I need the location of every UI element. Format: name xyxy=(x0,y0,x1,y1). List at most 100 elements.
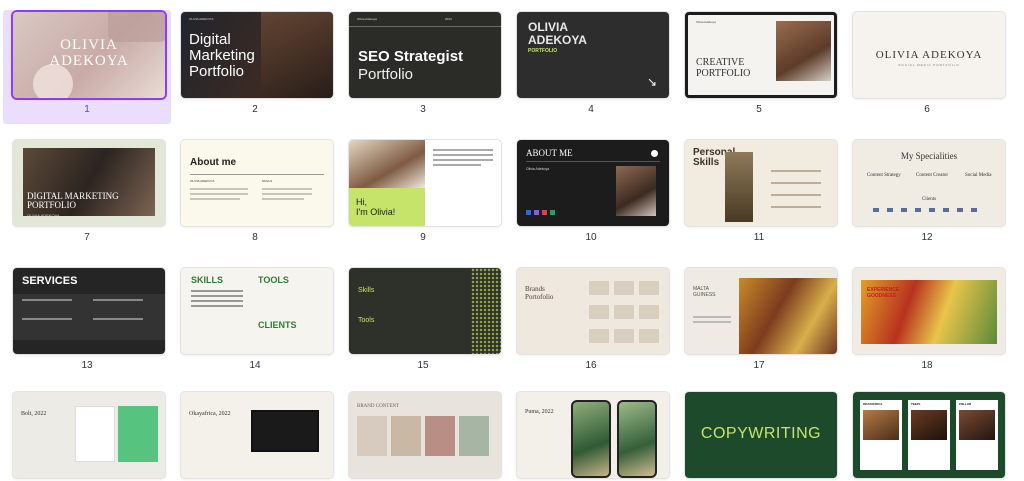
slide-2[interactable]: OLIVIA ADEKOYA Digital Marketing Portfol… xyxy=(171,10,339,124)
slide-3[interactable]: Olivia Adekoya 2024 SEO Strategist Portf… xyxy=(339,10,507,124)
slide-title: SKILLS xyxy=(191,275,224,285)
slide-5[interactable]: Olivia Adekoya CREATIVE PORTFOLIO 5 xyxy=(675,10,843,124)
text-line xyxy=(262,188,312,190)
photo-campaign xyxy=(739,278,837,354)
slide-7-thumbnail[interactable]: DIGITAL MARKETING PORTFOLIO OLIVIA ADEKO… xyxy=(13,140,165,226)
slide-8[interactable]: About me OLIVIA ADEKOYA SKILLS 8 xyxy=(171,138,339,252)
slide-number: 13 xyxy=(81,360,93,371)
product-photo xyxy=(425,416,455,456)
slide-7[interactable]: DIGITAL MARKETING PORTFOLIO OLIVIA ADEKO… xyxy=(3,138,171,252)
text-line xyxy=(191,305,243,307)
slide-20-thumbnail[interactable]: Okayafrica, 2022 xyxy=(181,392,333,478)
slide-11-thumbnail[interactable]: Personal Skills xyxy=(685,140,837,226)
slide-21-thumbnail[interactable]: BRAND CONTENT xyxy=(349,392,501,478)
slide-22[interactable]: Puma, 2022 xyxy=(507,390,675,481)
brand-tile xyxy=(639,281,659,295)
slide-number: 2 xyxy=(252,104,258,115)
slide-24-thumbnail[interactable]: OKAYAFRICA TEEPL ZOLLAR xyxy=(853,392,1005,478)
slide-14[interactable]: SKILLS TOOLS CLIENTS 14 xyxy=(171,266,339,380)
section-label: CLIENTS xyxy=(258,320,297,330)
slide-year: 2024 xyxy=(445,17,452,21)
app-icon xyxy=(534,210,539,215)
slide-6-thumbnail[interactable]: OLIVIA ADEKOYA SOCIAL MEDIA PORTFOLIO xyxy=(853,12,1005,98)
post-card: OKAYAFRICA xyxy=(860,400,902,470)
phone-mockup xyxy=(118,406,158,462)
slide-2-thumbnail[interactable]: OLIVIA ADEKOYA Digital Marketing Portfol… xyxy=(181,12,333,98)
slide-23-thumbnail[interactable]: COPYWRITING xyxy=(685,392,837,478)
slide-subtitle: OLIVIA ADEKOYA xyxy=(190,179,215,183)
laptop-mockup xyxy=(251,410,319,452)
text-line xyxy=(22,318,72,320)
slide-12-thumbnail[interactable]: My Specialities Content Strategy Content… xyxy=(853,140,1005,226)
slide-subtitle: Olivia Adekoya xyxy=(526,167,550,171)
slide-subtitle: SOCIAL MEDIA PORTFOLIO xyxy=(898,63,960,67)
slide-19[interactable]: Bolt, 2022 xyxy=(3,390,171,481)
slide-1[interactable]: OLIVIA ADEKOYA 1 xyxy=(3,10,171,124)
slide-23[interactable]: COPYWRITING xyxy=(675,390,843,481)
slide-title: COPYWRITING xyxy=(700,425,822,442)
card-photo xyxy=(911,410,947,440)
dot-icon xyxy=(651,150,658,157)
slide-number: 15 xyxy=(417,360,429,371)
text-line xyxy=(190,198,240,200)
slide-15-thumbnail[interactable]: Skills Tools xyxy=(349,268,501,354)
product-photo xyxy=(391,416,421,456)
photo-person xyxy=(349,140,425,188)
slide-14-thumbnail[interactable]: SKILLS TOOLS CLIENTS xyxy=(181,268,333,354)
brand-tile xyxy=(589,305,609,319)
slide-4[interactable]: OLIVIA ADEKOYA PORTFOLIO ↘ 4 xyxy=(507,10,675,124)
slide-16-thumbnail[interactable]: Brands Portofolio xyxy=(517,268,669,354)
slide-caption: Olivia Adekoya xyxy=(696,20,716,24)
slide-9[interactable]: Hi, I'm Olivia! 9 xyxy=(339,138,507,252)
slide-title: OLIVIA ADEKOYA xyxy=(875,49,983,61)
slide-17[interactable]: MALTA GUINESS 17 xyxy=(675,266,843,380)
slide-24[interactable]: OKAYAFRICA TEEPL ZOLLAR xyxy=(843,390,1011,481)
slide-18-thumbnail[interactable]: EXPERIENCE GOODNESS xyxy=(853,268,1005,354)
slide-10[interactable]: ABOUT ME Olivia Adekoya 10 xyxy=(507,138,675,252)
text-line xyxy=(693,316,731,318)
slide-4-thumbnail[interactable]: OLIVIA ADEKOYA PORTFOLIO ↘ xyxy=(517,12,669,98)
slide-title: About me xyxy=(190,157,237,168)
brand-tile xyxy=(589,329,609,343)
slide-5-thumbnail[interactable]: Olivia Adekoya CREATIVE PORTFOLIO xyxy=(685,12,837,98)
slide-17-thumbnail[interactable]: MALTA GUINESS xyxy=(685,268,837,354)
slide-subtitle: PORTFOLIO xyxy=(528,48,558,54)
photo-person xyxy=(616,166,656,216)
arrow-icon: ↘ xyxy=(647,75,658,89)
slide-10-thumbnail[interactable]: ABOUT ME Olivia Adekoya xyxy=(517,140,669,226)
slide-12[interactable]: My Specialities Content Strategy Content… xyxy=(843,138,1011,252)
slide-18[interactable]: EXPERIENCE GOODNESS 18 xyxy=(843,266,1011,380)
slide-subtitle: Portfolio xyxy=(358,66,414,83)
slide-6[interactable]: OLIVIA ADEKOYA SOCIAL MEDIA PORTFOLIO 6 xyxy=(843,10,1011,124)
speciality-item: Content Strategy xyxy=(867,173,901,178)
slide-15[interactable]: Skills Tools 15 xyxy=(339,266,507,380)
slide-number: 8 xyxy=(252,232,258,243)
slide-grid: OLIVIA ADEKOYA 1 OLIVIA ADEKOYA Digital … xyxy=(0,0,1024,481)
text-line xyxy=(22,299,72,301)
brand-tile xyxy=(614,281,634,295)
slide-title: BRAND CONTENT xyxy=(357,404,400,409)
section-label: TOOLS xyxy=(258,275,289,285)
slide-number: 4 xyxy=(588,104,594,115)
slide-title: DIGITAL MARKETING PORTFOLIO xyxy=(27,191,119,210)
slide-19-thumbnail[interactable]: Bolt, 2022 xyxy=(13,392,165,478)
slide-8-thumbnail[interactable]: About me OLIVIA ADEKOYA SKILLS xyxy=(181,140,333,226)
slide-20[interactable]: Okayafrica, 2022 xyxy=(171,390,339,481)
card-label: TEEPL xyxy=(911,402,921,406)
slide-title: My Specialities xyxy=(900,151,958,161)
app-icon xyxy=(526,210,531,215)
slide-13-thumbnail[interactable]: SERVICES xyxy=(13,268,165,354)
slide-number: 14 xyxy=(249,360,261,371)
slide-22-thumbnail[interactable]: Puma, 2022 xyxy=(517,392,669,478)
slide-1-thumbnail[interactable]: OLIVIA ADEKOYA xyxy=(13,12,165,98)
phone-mockup xyxy=(75,406,115,462)
slide-9-thumbnail[interactable]: Hi, I'm Olivia! xyxy=(349,140,501,226)
text-line xyxy=(93,299,143,301)
slide-11[interactable]: Personal Skills 11 xyxy=(675,138,843,252)
slide-3-thumbnail[interactable]: Olivia Adekoya 2024 SEO Strategist Portf… xyxy=(349,12,501,98)
slide-16[interactable]: Brands Portofolio 16 xyxy=(507,266,675,380)
client-logos xyxy=(873,208,985,212)
slide-21[interactable]: BRAND CONTENT xyxy=(339,390,507,481)
slide-13[interactable]: SERVICES 13 xyxy=(3,266,171,380)
text-line xyxy=(262,198,304,200)
